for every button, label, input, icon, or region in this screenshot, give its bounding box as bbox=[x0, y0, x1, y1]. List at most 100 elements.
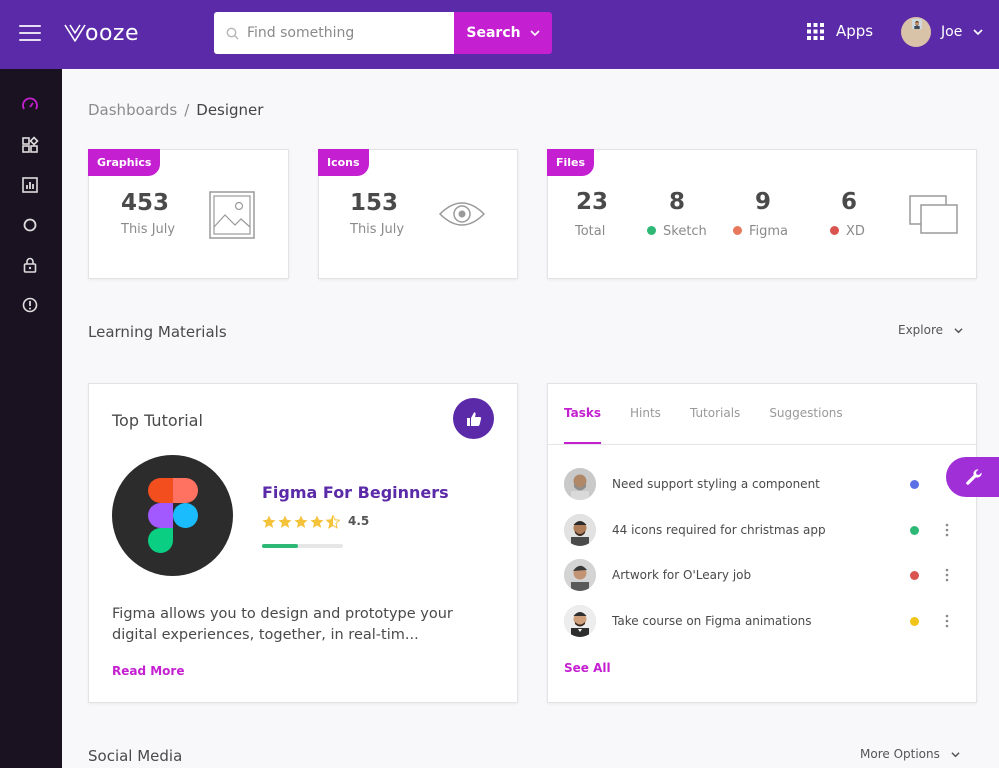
breadcrumb-current: Designer bbox=[196, 101, 264, 119]
sidebar bbox=[0, 69, 62, 768]
star-icon bbox=[278, 514, 292, 528]
files-total-count: 23 bbox=[576, 189, 609, 215]
chevron-down-icon bbox=[954, 327, 963, 333]
star-icon bbox=[262, 514, 276, 528]
circle-icon[interactable] bbox=[21, 216, 39, 234]
progress-bar bbox=[262, 544, 343, 548]
search-button-label: Search bbox=[466, 25, 521, 41]
files-sketch-count: 8 bbox=[669, 189, 686, 215]
thumbs-up-icon bbox=[466, 411, 481, 426]
like-button[interactable] bbox=[453, 398, 494, 439]
chevron-down-icon bbox=[951, 751, 960, 757]
sketch-dot bbox=[647, 226, 656, 235]
more-vertical-icon[interactable] bbox=[945, 614, 949, 628]
task-avatar bbox=[564, 468, 596, 500]
status-dot bbox=[910, 526, 919, 535]
half-star-icon bbox=[325, 514, 341, 529]
course-title[interactable]: Figma For Beginners bbox=[262, 483, 449, 502]
logo-v-icon bbox=[64, 24, 86, 42]
brand-name: ooze bbox=[85, 20, 140, 46]
files-tag: Files bbox=[547, 149, 595, 176]
task-row[interactable]: Need support styling a component bbox=[564, 467, 964, 501]
explore-label: Explore bbox=[898, 323, 944, 337]
tab-tutorials[interactable]: Tutorials bbox=[690, 406, 740, 444]
menu-icon[interactable] bbox=[19, 25, 41, 41]
top-tutorial-heading: Top Tutorial bbox=[112, 411, 203, 430]
graphics-count: 453 bbox=[121, 190, 170, 216]
files-xd-count: 6 bbox=[841, 189, 858, 215]
breadcrumb-parent[interactable]: Dashboards bbox=[88, 101, 177, 119]
figma-logo bbox=[112, 455, 233, 576]
tabs-divider bbox=[548, 444, 976, 445]
status-dot bbox=[910, 571, 919, 580]
components-icon[interactable] bbox=[21, 136, 39, 154]
files-total-label: Total bbox=[575, 224, 606, 239]
tasks-tabs: Tasks Hints Tutorials Suggestions bbox=[564, 406, 872, 445]
icons-tag: Icons bbox=[318, 149, 369, 176]
top-navbar: ooze Search Apps Joe bbox=[0, 0, 999, 69]
user-avatar bbox=[901, 17, 931, 47]
status-dot bbox=[910, 617, 919, 626]
top-tutorial-card: Top Tutorial Figma For Beginners 4.5 Fig… bbox=[88, 383, 518, 703]
task-avatar bbox=[564, 559, 596, 591]
image-icon bbox=[209, 191, 255, 239]
wrench-icon bbox=[966, 469, 982, 485]
chart-icon[interactable] bbox=[21, 176, 39, 194]
tab-tasks[interactable]: Tasks bbox=[564, 406, 602, 445]
settings-fab[interactable] bbox=[946, 457, 999, 497]
files-stat-card: Files 23 Total 8 Sketch 9 Figma 6 XD bbox=[547, 149, 977, 279]
task-row[interactable]: Take course on Figma animations bbox=[564, 604, 964, 638]
files-figma-count: 9 bbox=[755, 189, 772, 215]
icons-count: 153 bbox=[350, 190, 399, 216]
star-icon bbox=[294, 514, 308, 528]
brand-logo[interactable]: ooze bbox=[64, 18, 139, 48]
search-input[interactable] bbox=[247, 25, 447, 41]
task-row[interactable]: Artwork for O'Leary job bbox=[564, 558, 964, 592]
xd-dot bbox=[830, 226, 839, 235]
icons-stat-card: Icons 153 This July bbox=[318, 149, 518, 279]
search-button[interactable]: Search bbox=[454, 12, 552, 54]
apps-label: Apps bbox=[836, 22, 874, 40]
tab-suggestions[interactable]: Suggestions bbox=[769, 406, 842, 444]
figma-dot bbox=[733, 226, 742, 235]
read-more-link[interactable]: Read More bbox=[112, 664, 185, 678]
explore-dropdown[interactable]: Explore bbox=[898, 323, 963, 337]
more-options-label: More Options bbox=[860, 747, 940, 761]
user-name: Joe bbox=[941, 24, 963, 40]
apps-menu[interactable]: Apps bbox=[807, 22, 873, 40]
task-row[interactable]: 44 icons required for christmas app bbox=[564, 513, 964, 547]
see-all-link[interactable]: See All bbox=[564, 661, 611, 675]
tutorial-description: Figma allows you to design and prototype… bbox=[112, 606, 453, 643]
task-avatar bbox=[564, 605, 596, 637]
chevron-down-icon bbox=[530, 30, 540, 37]
grid-icon bbox=[807, 22, 824, 40]
star-rating: 4.5 bbox=[262, 514, 371, 529]
chevron-down-icon bbox=[973, 29, 983, 36]
tab-hints[interactable]: Hints bbox=[630, 406, 661, 444]
files-sketch-label: Sketch bbox=[647, 224, 707, 239]
task-text: Take course on Figma animations bbox=[612, 614, 812, 628]
eye-icon bbox=[438, 202, 486, 226]
progress-fill bbox=[262, 544, 299, 548]
tasks-card: Tasks Hints Tutorials Suggestions Need s… bbox=[547, 383, 977, 703]
task-avatar bbox=[564, 514, 596, 546]
windows-icon bbox=[909, 195, 958, 234]
task-text: 44 icons required for christmas app bbox=[612, 523, 826, 537]
graphics-stat-card: Graphics 453 This July bbox=[88, 149, 289, 279]
graphics-period: This July bbox=[121, 222, 176, 237]
user-menu[interactable]: Joe bbox=[901, 17, 983, 47]
graphics-tag: Graphics bbox=[88, 149, 161, 176]
more-vertical-icon[interactable] bbox=[945, 568, 949, 582]
search-field bbox=[214, 12, 454, 54]
breadcrumb: Dashboards / Designer bbox=[88, 101, 263, 119]
more-vertical-icon[interactable] bbox=[945, 523, 949, 537]
figma-icon bbox=[148, 478, 198, 553]
lock-icon[interactable] bbox=[21, 256, 39, 274]
alert-icon[interactable] bbox=[21, 296, 39, 314]
more-options-dropdown[interactable]: More Options bbox=[860, 747, 960, 761]
learning-materials-title: Learning Materials bbox=[88, 323, 227, 341]
breadcrumb-separator: / bbox=[184, 101, 190, 119]
search-bar: Search bbox=[214, 12, 552, 54]
dashboard-gauge-icon[interactable] bbox=[21, 96, 39, 114]
icons-period: This July bbox=[350, 222, 405, 237]
